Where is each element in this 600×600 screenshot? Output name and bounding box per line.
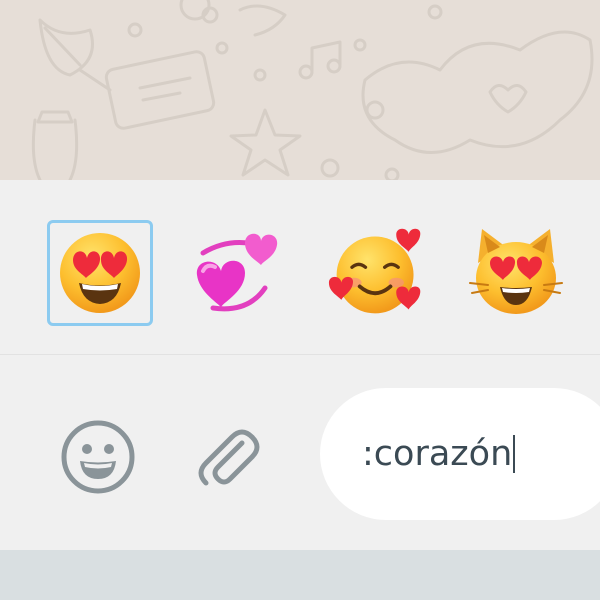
emoji-suggestion-heart-eyes[interactable] [47,220,153,326]
emoji-picker-button[interactable] [56,415,140,499]
emoji-suggestion-smiling-with-hearts[interactable] [324,220,430,326]
message-input[interactable]: :corazón [320,388,600,520]
text-caret [513,435,516,473]
emoji-suggestion-panel [0,180,600,354]
attach-button[interactable] [188,417,268,497]
compose-bar: :corazón [0,354,600,550]
doodle-pattern [31,0,594,180]
paperclip-icon [198,429,260,486]
smiley-icon [61,420,135,494]
emoji-suggestion-cat-heart-eyes[interactable] [463,220,569,326]
smiling-face-with-heart-eyes-icon [60,233,140,313]
revolving-hearts-icon [196,233,278,312]
emoji-suggestion-revolving-hearts[interactable] [180,220,286,326]
smiling-cat-with-heart-eyes-icon [469,229,563,314]
bottom-strip [0,550,600,600]
smiling-face-with-hearts-icon [328,228,421,314]
chat-background [0,0,600,180]
message-input-text: :corazón [362,434,513,474]
